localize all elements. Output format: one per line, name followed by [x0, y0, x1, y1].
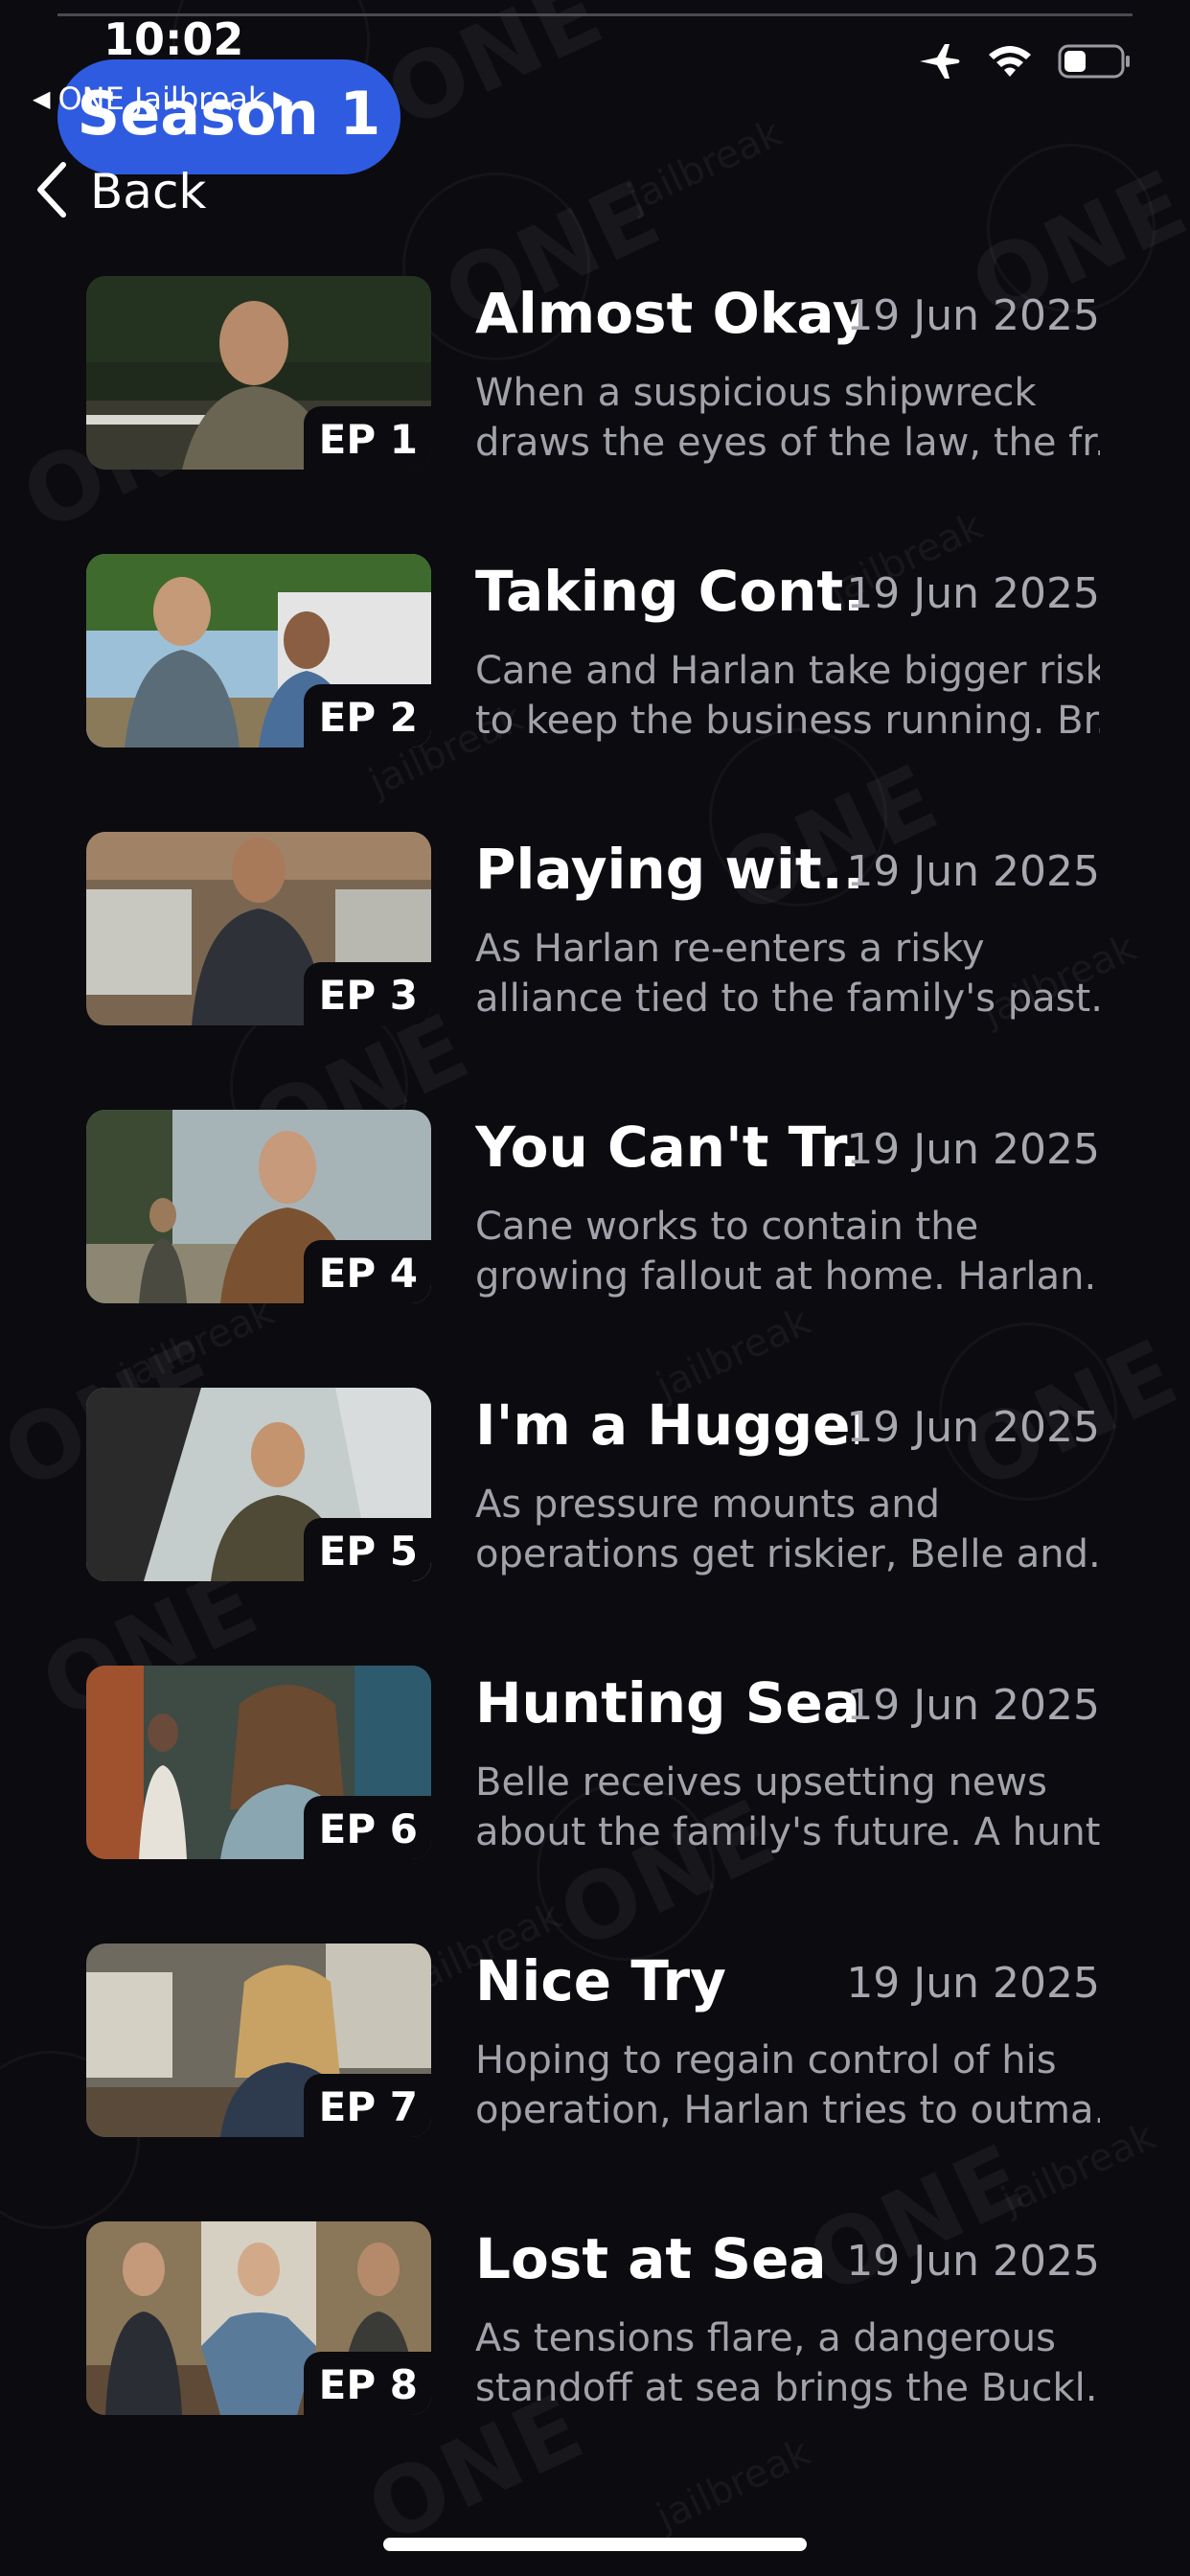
episode-thumbnail: EP 8 — [86, 2221, 431, 2415]
episode-badge: EP 1 — [303, 406, 431, 470]
airplane-icon — [918, 42, 962, 84]
episode-title: Nice Try — [475, 1949, 726, 2013]
home-indicator[interactable] — [383, 2538, 807, 2551]
episode-date: 19 Jun 2025 — [846, 1959, 1100, 2008]
episode-description-line: operations get riskier, Belle and... — [475, 1532, 1100, 1576]
episode-row[interactable]: EP 2 Taking Cont... 19 Jun 2025 Cane and… — [0, 554, 1190, 749]
episode-badge: EP 4 — [303, 1240, 431, 1303]
breadcrumb[interactable]: ◀ ONE Jailbreak ▶ — [33, 80, 291, 117]
triangle-left-icon: ◀ — [33, 85, 51, 112]
episode-description-line: Belle receives upsetting news — [475, 1760, 1047, 1805]
episode-description-line: alliance tied to the family's past... — [475, 977, 1100, 1021]
episode-badge: EP 8 — [303, 2352, 431, 2415]
episode-title: Lost at Sea — [475, 2227, 827, 2291]
episode-description: Hoping to regain control of his operatio… — [475, 2036, 1100, 2135]
episode-title: You Can't Tr... — [475, 1116, 858, 1180]
triangle-right-icon: ▶ — [273, 85, 291, 112]
wifi-icon — [987, 43, 1033, 83]
episode-badge: EP 2 — [303, 684, 431, 748]
episode-date: 19 Jun 2025 — [846, 1681, 1100, 1730]
episode-date: 19 Jun 2025 — [846, 2237, 1100, 2286]
episode-description-line: standoff at sea brings the Buckl... — [475, 2366, 1100, 2410]
episode-description: Cane works to contain the growing fallou… — [475, 1202, 1100, 1301]
episode-title: I'm a Hugger — [475, 1393, 858, 1458]
back-label: Back — [90, 164, 207, 219]
episode-description-line: Cane and Harlan take bigger risks — [475, 649, 1100, 693]
episode-description-line: Cane works to contain the — [475, 1205, 979, 1249]
episode-badge: EP 3 — [303, 962, 431, 1025]
episode-row[interactable]: EP 8 Lost at Sea 19 Jun 2025 As tensions… — [0, 2221, 1190, 2417]
watermark-subtext: jailbreak — [650, 2430, 817, 2540]
episode-description: When a suspicious shipwreck draws the ey… — [475, 368, 1100, 468]
watermark-subtext: jailbreak — [621, 111, 789, 220]
watermark-subtext: jailbreak — [113, 1290, 281, 1399]
episode-date: 19 Jun 2025 — [846, 291, 1100, 340]
episode-description-line: to keep the business running. Br... — [475, 699, 1100, 743]
episode-row[interactable]: EP 7 Nice Try 19 Jun 2025 Hoping to rega… — [0, 1944, 1190, 2139]
episode-thumbnail: EP 1 — [86, 276, 431, 470]
episode-thumbnail: EP 3 — [86, 832, 431, 1025]
episode-description-line: draws the eyes of the law, the fr... — [475, 421, 1100, 465]
season-episode-screen: ONE ONE ONE ONE ONE ONE ONE ONE ONE ONE … — [0, 0, 1190, 2576]
episode-thumbnail: EP 6 — [86, 1666, 431, 1859]
back-button[interactable]: Back — [34, 159, 206, 224]
episode-date: 19 Jun 2025 — [846, 847, 1100, 896]
breadcrumb-label: ONE Jailbreak — [57, 80, 266, 117]
episode-date: 19 Jun 2025 — [846, 1403, 1100, 1452]
episode-description: As tensions flare, a dangerous standoff … — [475, 2313, 1100, 2413]
episode-row[interactable]: EP 6 Hunting Sea... 19 Jun 2025 Belle re… — [0, 1666, 1190, 1861]
episode-thumbnail: EP 5 — [86, 1388, 431, 1581]
episode-row[interactable]: EP 1 Almost Okay 19 Jun 2025 When a susp… — [0, 276, 1190, 472]
episode-row[interactable]: EP 5 I'm a Hugger 19 Jun 2025 As pressur… — [0, 1388, 1190, 1583]
episode-thumbnail: EP 4 — [86, 1110, 431, 1303]
episode-description-line: As Harlan re-enters a risky — [475, 927, 985, 971]
episode-title: Playing wit... — [475, 838, 858, 902]
episode-title: Almost Okay — [475, 282, 858, 346]
episode-title: Taking Cont... — [475, 560, 858, 624]
status-icons — [918, 42, 1133, 84]
episode-description: As Harlan re-enters a risky alliance tie… — [475, 924, 1100, 1024]
status-time: 10:02 — [103, 13, 244, 65]
episode-description: As pressure mounts and operations get ri… — [475, 1480, 1100, 1579]
episode-description: Belle receives upsetting news about the … — [475, 1758, 1100, 1857]
episode-date: 19 Jun 2025 — [846, 569, 1100, 618]
episode-title: Hunting Sea... — [475, 1671, 858, 1736]
episode-thumbnail: EP 2 — [86, 554, 431, 748]
episode-description-line: growing fallout at home. Harlan... — [475, 1254, 1100, 1299]
episode-row[interactable]: EP 3 Playing wit... 19 Jun 2025 As Harla… — [0, 832, 1190, 1027]
episode-description-line: about the family's future. A hunt... — [475, 1810, 1100, 1854]
episode-badge: EP 6 — [303, 1796, 431, 1859]
watermark-text: ONE — [371, 0, 620, 150]
battery-icon — [1058, 43, 1133, 83]
episode-description-line: As pressure mounts and — [475, 1483, 941, 1527]
episode-description-line: Hoping to regain control of his — [475, 2038, 1057, 2082]
episode-date: 19 Jun 2025 — [846, 1125, 1100, 1174]
episode-row[interactable]: EP 4 You Can't Tr... 19 Jun 2025 Cane wo… — [0, 1110, 1190, 1305]
episode-description: Cane and Harlan take bigger risks to kee… — [475, 646, 1100, 746]
episode-description-line: When a suspicious shipwreck — [475, 371, 1037, 415]
chevron-left-icon — [34, 161, 69, 222]
episode-badge: EP 7 — [303, 2074, 431, 2137]
episode-badge: EP 5 — [303, 1518, 431, 1581]
episode-thumbnail: EP 7 — [86, 1944, 431, 2137]
episode-description-line: As tensions flare, a dangerous — [475, 2316, 1056, 2360]
episode-description-line: operation, Harlan tries to outma... — [475, 2088, 1100, 2132]
